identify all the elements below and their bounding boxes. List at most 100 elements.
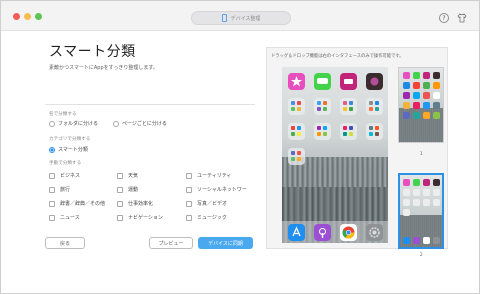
drag-drop-note: ドラッグ＆ドロップ機能は右のインタフェースのみで操作可能です。: [271, 54, 404, 59]
checkbox-label: ソーシャルネットワー: [197, 187, 247, 193]
checkbox-box[interactable]: [117, 214, 123, 221]
mini-app-icon: [423, 72, 430, 79]
radio-folder[interactable]: フォルダに分ける: [49, 120, 98, 127]
section-label-name: 名で分類する: [49, 112, 77, 117]
app-window: デバイス整理 ? スマート分類 素敵かつスマートにAppをすっきり整理します。 …: [0, 0, 480, 294]
checkbox-business[interactable]: ビジネス: [49, 172, 80, 179]
app-store-icon[interactable]: [288, 224, 305, 241]
folder-icon[interactable]: [366, 123, 383, 140]
mini-app-icon: [403, 112, 410, 119]
checkbox-box[interactable]: [49, 172, 55, 179]
radio-label: スマート分類: [58, 147, 88, 153]
checkbox-box[interactable]: [49, 186, 55, 193]
mini-folder-icon: [403, 199, 410, 206]
folder-icon[interactable]: [288, 98, 305, 115]
page-thumbnail-2-selected[interactable]: [398, 173, 444, 249]
mini-app-icon: [433, 237, 440, 244]
mini-app-icon: [423, 112, 430, 119]
window-title-pill: デバイス整理: [191, 11, 291, 25]
checkbox-box[interactable]: [117, 186, 123, 193]
checkbox-productivity[interactable]: 仕事効率化: [117, 200, 153, 207]
radio-circle[interactable]: [49, 120, 55, 127]
checkbox-box[interactable]: [49, 200, 55, 207]
checkbox-label: 旅行: [60, 187, 71, 193]
checkbox-weather[interactable]: 天気: [117, 172, 138, 179]
line-app-icon[interactable]: [314, 73, 331, 90]
checkbox-box[interactable]: [117, 172, 123, 179]
mini-app-icon: [423, 237, 430, 244]
home-screen-preview[interactable]: [282, 67, 388, 243]
section-label-manual: 手動で分類する: [49, 161, 82, 166]
divider: [45, 104, 255, 105]
checkbox-fitness[interactable]: 運動: [117, 186, 138, 193]
checkbox-box[interactable]: [186, 200, 192, 207]
checkbox-music[interactable]: ミュージック: [186, 214, 227, 221]
checkbox-label: ユーティリティ: [197, 173, 232, 179]
mini-folder-icon: [413, 189, 420, 196]
folder-icon[interactable]: [288, 148, 305, 165]
sync-to-device-button[interactable]: デバイスに同期: [198, 237, 253, 249]
mini-app-icon: [413, 72, 420, 79]
window-title: デバイス整理: [230, 15, 261, 22]
mini-folder-icon: [403, 189, 410, 196]
checkbox-box[interactable]: [186, 214, 192, 221]
checkbox-box[interactable]: [49, 214, 55, 221]
checkbox-navigation[interactable]: ナビゲーション: [117, 214, 163, 221]
page-thumbnail-1[interactable]: [398, 67, 444, 143]
folder-icon[interactable]: [314, 123, 331, 140]
mini-folder-icon: [433, 189, 440, 196]
checkbox-news[interactable]: ニュース: [49, 214, 80, 221]
help-button[interactable]: ?: [439, 13, 449, 23]
radio-circle-selected[interactable]: [49, 146, 55, 153]
folder-icon[interactable]: [340, 123, 357, 140]
mini-folder-icon: [433, 199, 440, 206]
mini-app-icon: [423, 92, 430, 99]
mini-app-icon: [433, 82, 440, 89]
mini-app-icon: [433, 179, 440, 186]
radio-page[interactable]: ページごとに分ける: [113, 120, 167, 127]
checkbox-box[interactable]: [186, 172, 192, 179]
page-number-1: 1: [420, 151, 423, 156]
mini-app-icon: [403, 179, 410, 186]
camera-app-icon[interactable]: [366, 73, 383, 90]
checkbox-label: ビジネス: [60, 173, 81, 179]
page-title: スマート分類: [49, 44, 136, 60]
close-window-button[interactable]: [13, 13, 20, 20]
checkbox-photo[interactable]: 写真／ビデオ: [186, 200, 227, 207]
checkbox-utility[interactable]: ユーティリティ: [186, 172, 231, 179]
checkbox-label: ミュージック: [197, 215, 227, 221]
folder-icon[interactable]: [366, 98, 383, 115]
checkbox-reference[interactable]: 辞書／辞典／その他: [49, 200, 105, 207]
lyft-app-icon[interactable]: [340, 73, 357, 90]
page-subtitle: 素敵かつスマートにAppをすっきり整理します。: [49, 65, 158, 71]
settings-gear-icon[interactable]: [366, 224, 383, 241]
back-button[interactable]: 戻る: [45, 237, 85, 249]
checkbox-label: 辞書／辞典／その他: [60, 201, 106, 207]
minimize-window-button[interactable]: [24, 13, 31, 20]
mini-app-icon: [433, 72, 440, 79]
checkbox-social[interactable]: ソーシャルネットワー: [186, 186, 247, 193]
radio-circle[interactable]: [113, 120, 119, 127]
checkbox-label: 運動: [128, 187, 139, 193]
mini-app-icon: [423, 82, 430, 89]
zoom-window-button[interactable]: [35, 13, 42, 20]
checkbox-box[interactable]: [117, 200, 123, 207]
itunes-star-app-icon[interactable]: [288, 73, 305, 90]
chrome-icon[interactable]: [340, 224, 357, 241]
mini-app-icon: [403, 82, 410, 89]
skin-shirt-icon[interactable]: [457, 13, 467, 23]
radio-label: ページごとに分ける: [122, 121, 167, 127]
checkbox-travel[interactable]: 旅行: [49, 186, 70, 193]
folder-icon[interactable]: [314, 98, 331, 115]
section-label-category: カテゴリで分類する: [49, 137, 91, 142]
podcasts-icon[interactable]: [314, 224, 331, 241]
radio-smart[interactable]: スマート分類: [49, 146, 88, 153]
mini-app-icon: [403, 92, 410, 99]
folder-icon[interactable]: [288, 123, 305, 140]
preview-button[interactable]: プレビュー: [149, 237, 193, 249]
mini-app-icon: [413, 92, 420, 99]
folder-icon[interactable]: [340, 98, 357, 115]
mini-app-icon: [423, 179, 430, 186]
checkbox-box[interactable]: [186, 186, 192, 193]
mini-app-icon: [413, 112, 420, 119]
